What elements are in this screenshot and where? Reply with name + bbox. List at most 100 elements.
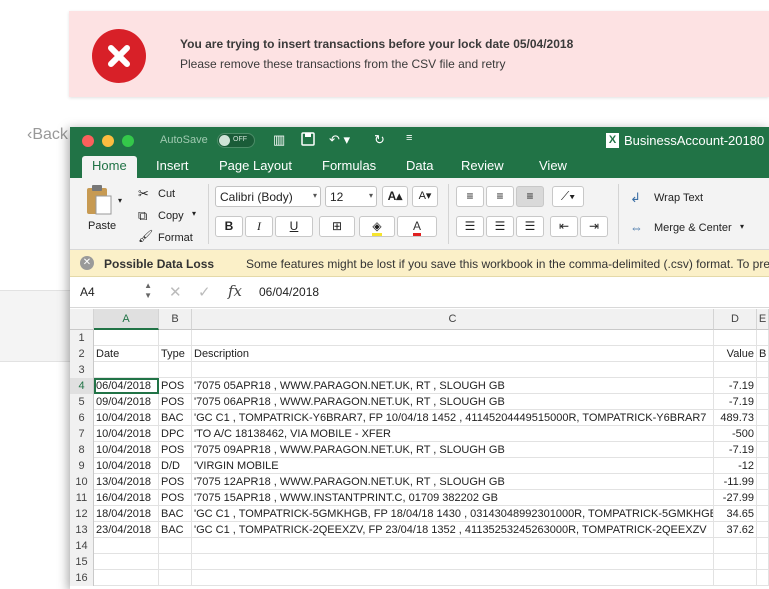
cell-b[interactable]: POS: [159, 378, 192, 394]
cell-e[interactable]: [757, 330, 769, 346]
tab-page-layout[interactable]: Page Layout: [219, 158, 292, 173]
column-header-b[interactable]: B: [159, 309, 192, 330]
paste-dropdown-icon[interactable]: ▾: [118, 196, 122, 205]
row-header[interactable]: 5: [70, 394, 94, 410]
italic-button[interactable]: I: [245, 216, 273, 237]
cell-c[interactable]: '7075 15APR18 , WWW.INSTANTPRINT.C, 0170…: [192, 490, 714, 506]
cell-d[interactable]: [714, 538, 757, 554]
column-header-e[interactable]: E: [757, 309, 769, 330]
tab-formulas[interactable]: Formulas: [322, 158, 376, 173]
cell-c[interactable]: 'GC C1 , TOMPATRICK-Y6BRAR7, FP 10/04/18…: [192, 410, 714, 426]
row-header[interactable]: 11: [70, 490, 94, 506]
font-name-select[interactable]: Calibri (Body) ▾: [215, 186, 321, 207]
cell-c[interactable]: '7075 05APR18 , WWW.PARAGON.NET.UK, RT ,…: [192, 378, 714, 394]
cell-c[interactable]: 'GC C1 , TOMPATRICK-2QEEXZV, FP 23/04/18…: [192, 522, 714, 538]
minimize-window-button[interactable]: [102, 135, 114, 147]
align-left-button[interactable]: ☰: [456, 216, 484, 237]
cell-b[interactable]: BAC: [159, 410, 192, 426]
cell-a[interactable]: Date: [94, 346, 159, 362]
cell-c[interactable]: [192, 554, 714, 570]
cell-a[interactable]: 13/04/2018: [94, 474, 159, 490]
cancel-formula-icon[interactable]: ✕: [169, 283, 182, 301]
cell-d[interactable]: -12: [714, 458, 757, 474]
close-window-button[interactable]: [82, 135, 94, 147]
tab-review[interactable]: Review: [461, 158, 504, 173]
row-header[interactable]: 2: [70, 346, 94, 362]
font-size-select[interactable]: 12 ▾: [325, 186, 377, 207]
cell-e[interactable]: [757, 362, 769, 378]
bold-button[interactable]: B: [215, 216, 243, 237]
column-header-d[interactable]: D: [714, 309, 757, 330]
cell-b[interactable]: BAC: [159, 506, 192, 522]
cell-e[interactable]: [757, 538, 769, 554]
cell-e[interactable]: [757, 458, 769, 474]
cell-e[interactable]: [757, 410, 769, 426]
cell-e[interactable]: [757, 474, 769, 490]
cell-c[interactable]: 'VIRGIN MOBILE: [192, 458, 714, 474]
cell-b[interactable]: BAC: [159, 522, 192, 538]
row-header[interactable]: 4: [70, 378, 94, 394]
cell-d[interactable]: -7.19: [714, 378, 757, 394]
autosave-toggle[interactable]: OFF: [217, 133, 255, 148]
row-header[interactable]: 9: [70, 458, 94, 474]
cell-e[interactable]: [757, 490, 769, 506]
fill-color-button[interactable]: ◈: [359, 216, 395, 237]
cell-b[interactable]: POS: [159, 490, 192, 506]
cell-e[interactable]: [757, 522, 769, 538]
cell-b[interactable]: Type: [159, 346, 192, 362]
cell-c[interactable]: [192, 362, 714, 378]
cell-d[interactable]: 489.73: [714, 410, 757, 426]
cell-e[interactable]: [757, 378, 769, 394]
cell-b[interactable]: [159, 554, 192, 570]
confirm-formula-icon[interactable]: ✓: [198, 283, 211, 301]
cell-e[interactable]: [757, 426, 769, 442]
redo-icon[interactable]: ↻: [374, 132, 385, 148]
align-center-button[interactable]: ☰: [486, 216, 514, 237]
align-top-button[interactable]: ≡: [456, 186, 484, 207]
cell-a[interactable]: [94, 330, 159, 346]
align-right-button[interactable]: ☰: [516, 216, 544, 237]
cell-b[interactable]: [159, 362, 192, 378]
font-color-button[interactable]: A: [397, 216, 437, 237]
cell-a[interactable]: 18/04/2018: [94, 506, 159, 522]
formula-input[interactable]: 06/04/2018: [259, 285, 319, 299]
close-warning-icon[interactable]: ✕: [80, 256, 94, 270]
align-bottom-button[interactable]: ≡: [516, 186, 544, 207]
tab-data[interactable]: Data: [406, 158, 433, 173]
borders-button[interactable]: ⊞: [319, 216, 355, 237]
cell-c[interactable]: [192, 570, 714, 586]
name-box[interactable]: A4 ▲ ▼: [74, 281, 154, 303]
tab-home[interactable]: Home: [82, 156, 137, 178]
cell-a[interactable]: 10/04/2018: [94, 410, 159, 426]
format-painter-button[interactable]: Format: [158, 232, 193, 244]
row-header[interactable]: 7: [70, 426, 94, 442]
row-header[interactable]: 16: [70, 570, 94, 586]
cell-a[interactable]: [94, 554, 159, 570]
cell-e[interactable]: B: [757, 346, 769, 362]
cell-b[interactable]: [159, 330, 192, 346]
cell-c[interactable]: '7075 06APR18 , WWW.PARAGON.NET.UK, RT ,…: [192, 394, 714, 410]
cell-e[interactable]: [757, 394, 769, 410]
merge-center-button[interactable]: Merge & Center: [654, 222, 732, 234]
zoom-window-button[interactable]: [122, 135, 134, 147]
cell-b[interactable]: POS: [159, 442, 192, 458]
spreadsheet-grid[interactable]: A B C D E 1 2 Date Type Description Value B 3 4 0…: [70, 309, 769, 589]
cell-e[interactable]: [757, 442, 769, 458]
increase-indent-button[interactable]: ⇥: [580, 216, 608, 237]
cell-c[interactable]: [192, 330, 714, 346]
row-header[interactable]: 15: [70, 554, 94, 570]
cell-d[interactable]: [714, 362, 757, 378]
cell-a[interactable]: 10/04/2018: [94, 458, 159, 474]
tab-insert[interactable]: Insert: [156, 158, 189, 173]
cell-a[interactable]: [94, 538, 159, 554]
cell-a[interactable]: 23/04/2018: [94, 522, 159, 538]
decrease-indent-button[interactable]: ⇤: [550, 216, 578, 237]
align-middle-button[interactable]: ≡: [486, 186, 514, 207]
row-header[interactable]: 10: [70, 474, 94, 490]
cell-d[interactable]: Value: [714, 346, 757, 362]
row-header[interactable]: 1: [70, 330, 94, 346]
cell-a[interactable]: [94, 570, 159, 586]
cell-d[interactable]: [714, 554, 757, 570]
cell-a[interactable]: 10/04/2018: [94, 426, 159, 442]
cell-d[interactable]: -11.99: [714, 474, 757, 490]
